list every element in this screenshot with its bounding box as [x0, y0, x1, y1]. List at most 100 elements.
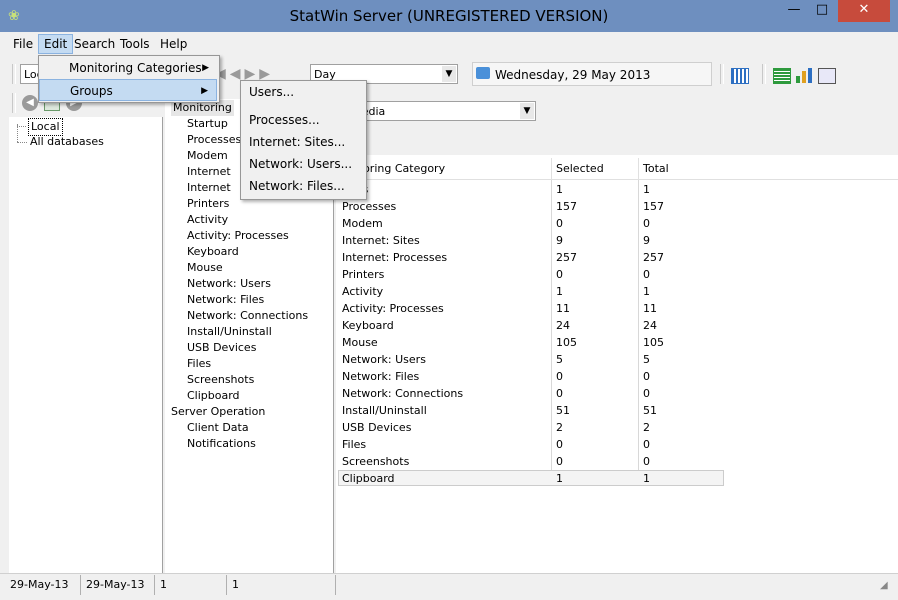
chevron-down-icon[interactable]: ▼ — [442, 66, 456, 82]
menu-help[interactable]: Help — [155, 35, 192, 53]
category-item[interactable]: Network: Files — [187, 292, 264, 308]
table-cell-selected[interactable]: 0 — [556, 215, 563, 232]
menu-tools[interactable]: Tools — [115, 35, 155, 53]
table-cell-selected[interactable]: 51 — [556, 402, 570, 419]
table-cell-selected[interactable]: 9 — [556, 232, 563, 249]
table-cell-category[interactable]: Modem — [342, 215, 383, 232]
table-cell-selected[interactable]: 105 — [556, 334, 577, 351]
category-item[interactable]: Startup — [187, 116, 228, 132]
menu-edit[interactable]: Edit — [38, 34, 74, 54]
tree-item-all-databases[interactable]: All databases — [30, 134, 104, 150]
table-cell-category[interactable]: Internet: Processes — [342, 249, 447, 266]
close-button[interactable]: ✕ — [838, 0, 890, 22]
table-cell-selected[interactable]: 2 — [556, 419, 563, 436]
table-cell-category[interactable]: Screenshots — [342, 453, 409, 470]
category-item[interactable]: Activity — [187, 212, 228, 228]
category-item[interactable]: Files — [187, 356, 211, 372]
table-cell-selected[interactable]: 5 — [556, 351, 563, 368]
table-cell-total[interactable]: 0 — [643, 368, 650, 385]
resize-grip-icon[interactable]: ◢ — [880, 580, 894, 594]
table-cell-total[interactable]: 51 — [643, 402, 657, 419]
category-item[interactable]: Keyboard — [187, 244, 239, 260]
date-button[interactable]: Wednesday, 29 May 2013 — [472, 62, 712, 86]
table-cell-total[interactable]: 11 — [643, 300, 657, 317]
back-icon[interactable]: ◀ — [22, 95, 38, 111]
table-cell-selected[interactable]: 0 — [556, 436, 563, 453]
submenu-item-network-users[interactable]: Network: Users... — [249, 153, 352, 175]
category-item[interactable]: Modem — [187, 148, 228, 164]
category-item[interactable]: Processes — [187, 132, 241, 148]
table-cell-category[interactable]: Clipboard — [342, 470, 395, 487]
table-cell-category[interactable]: Network: Users — [342, 351, 426, 368]
maximize-button[interactable]: □ — [808, 0, 836, 22]
database-tree[interactable] — [9, 117, 163, 573]
submenu-item-network-files[interactable]: Network: Files... — [249, 175, 345, 197]
table-cell-category[interactable]: Network: Files — [342, 368, 419, 385]
table-cell-category[interactable]: Install/Uninstall — [342, 402, 427, 419]
table-cell-total[interactable]: 157 — [643, 198, 664, 215]
table-cell-total[interactable]: 257 — [643, 249, 664, 266]
table-cell-total[interactable]: 0 — [643, 453, 650, 470]
category-item[interactable]: Internet — [187, 180, 231, 196]
table-cell-selected[interactable]: 11 — [556, 300, 570, 317]
table-cell-total[interactable]: 1 — [643, 470, 650, 487]
table-cell-category[interactable]: Internet: Sites — [342, 232, 420, 249]
list-view-icon[interactable] — [773, 68, 791, 84]
table-cell-category[interactable]: Activity: Processes — [342, 300, 444, 317]
table-cell-selected[interactable]: 0 — [556, 385, 563, 402]
menu-item-groups[interactable]: Groups ▶ — [39, 79, 217, 101]
table-cell-selected[interactable]: 1 — [556, 283, 563, 300]
menu-item-monitoring-categories[interactable]: Monitoring Categories ▶ — [39, 57, 217, 79]
chevron-down-icon[interactable]: ▼ — [520, 103, 534, 119]
submenu-item-users[interactable]: Users... — [249, 81, 294, 103]
table-cell-total[interactable]: 0 — [643, 385, 650, 402]
table-cell-total[interactable]: 105 — [643, 334, 664, 351]
column-header-total[interactable]: Total — [639, 158, 898, 180]
column-header-selected[interactable]: Selected — [552, 158, 642, 180]
table-cell-category[interactable]: Network: Connections — [342, 385, 463, 402]
submenu-item-processes[interactable]: Processes... — [249, 109, 320, 131]
table-cell-category[interactable]: Processes — [342, 198, 396, 215]
table-cell-category[interactable]: Mouse — [342, 334, 378, 351]
table-cell-selected[interactable]: 257 — [556, 249, 577, 266]
table-cell-total[interactable]: 9 — [643, 232, 650, 249]
menu-search[interactable]: Search — [69, 35, 120, 53]
category-item[interactable]: Client Data — [187, 420, 249, 436]
category-item[interactable]: Network: Connections — [187, 308, 308, 324]
column-header-category[interactable]: onitoring Category — [338, 158, 556, 180]
table-cell-total[interactable]: 0 — [643, 436, 650, 453]
table-cell-selected[interactable]: 1 — [556, 470, 563, 487]
category-item[interactable]: Screenshots — [187, 372, 254, 388]
table-cell-total[interactable]: 2 — [643, 419, 650, 436]
location-combo[interactable]: Loc — [20, 64, 43, 84]
category-item[interactable]: Network: Users — [187, 276, 271, 292]
category-item[interactable]: Activity: Processes — [187, 228, 289, 244]
table-cell-category[interactable]: Activity — [342, 283, 383, 300]
calendar-icon[interactable] — [731, 68, 749, 84]
table-cell-category[interactable]: Keyboard — [342, 317, 394, 334]
category-header-server-operation[interactable]: Server Operation — [171, 404, 265, 420]
table-cell-category[interactable]: Files — [342, 436, 366, 453]
category-item[interactable]: USB Devices — [187, 340, 256, 356]
bar-chart-icon[interactable] — [795, 66, 813, 84]
table-cell-selected[interactable]: 0 — [556, 266, 563, 283]
report-icon[interactable] — [818, 68, 836, 84]
table-cell-total[interactable]: 1 — [643, 283, 650, 300]
table-cell-total[interactable]: 24 — [643, 317, 657, 334]
table-cell-selected[interactable]: 1 — [556, 181, 563, 198]
category-item[interactable]: Mouse — [187, 260, 223, 276]
table-cell-total[interactable]: 0 — [643, 215, 650, 232]
table-cell-selected[interactable]: 157 — [556, 198, 577, 215]
submenu-item-internet-sites[interactable]: Internet: Sites... — [249, 131, 345, 153]
category-item[interactable]: Notifications — [187, 436, 256, 452]
table-cell-total[interactable]: 0 — [643, 266, 650, 283]
table-cell-selected[interactable]: 0 — [556, 368, 563, 385]
category-item[interactable]: Internet — [187, 164, 231, 180]
table-cell-selected[interactable]: 24 — [556, 317, 570, 334]
table-cell-total[interactable]: 5 — [643, 351, 650, 368]
category-item[interactable]: Printers — [187, 196, 229, 212]
minimize-button[interactable]: — — [780, 0, 808, 22]
category-item[interactable]: Install/Uninstall — [187, 324, 272, 340]
table-cell-category[interactable]: Printers — [342, 266, 384, 283]
table-cell-selected[interactable]: 0 — [556, 453, 563, 470]
